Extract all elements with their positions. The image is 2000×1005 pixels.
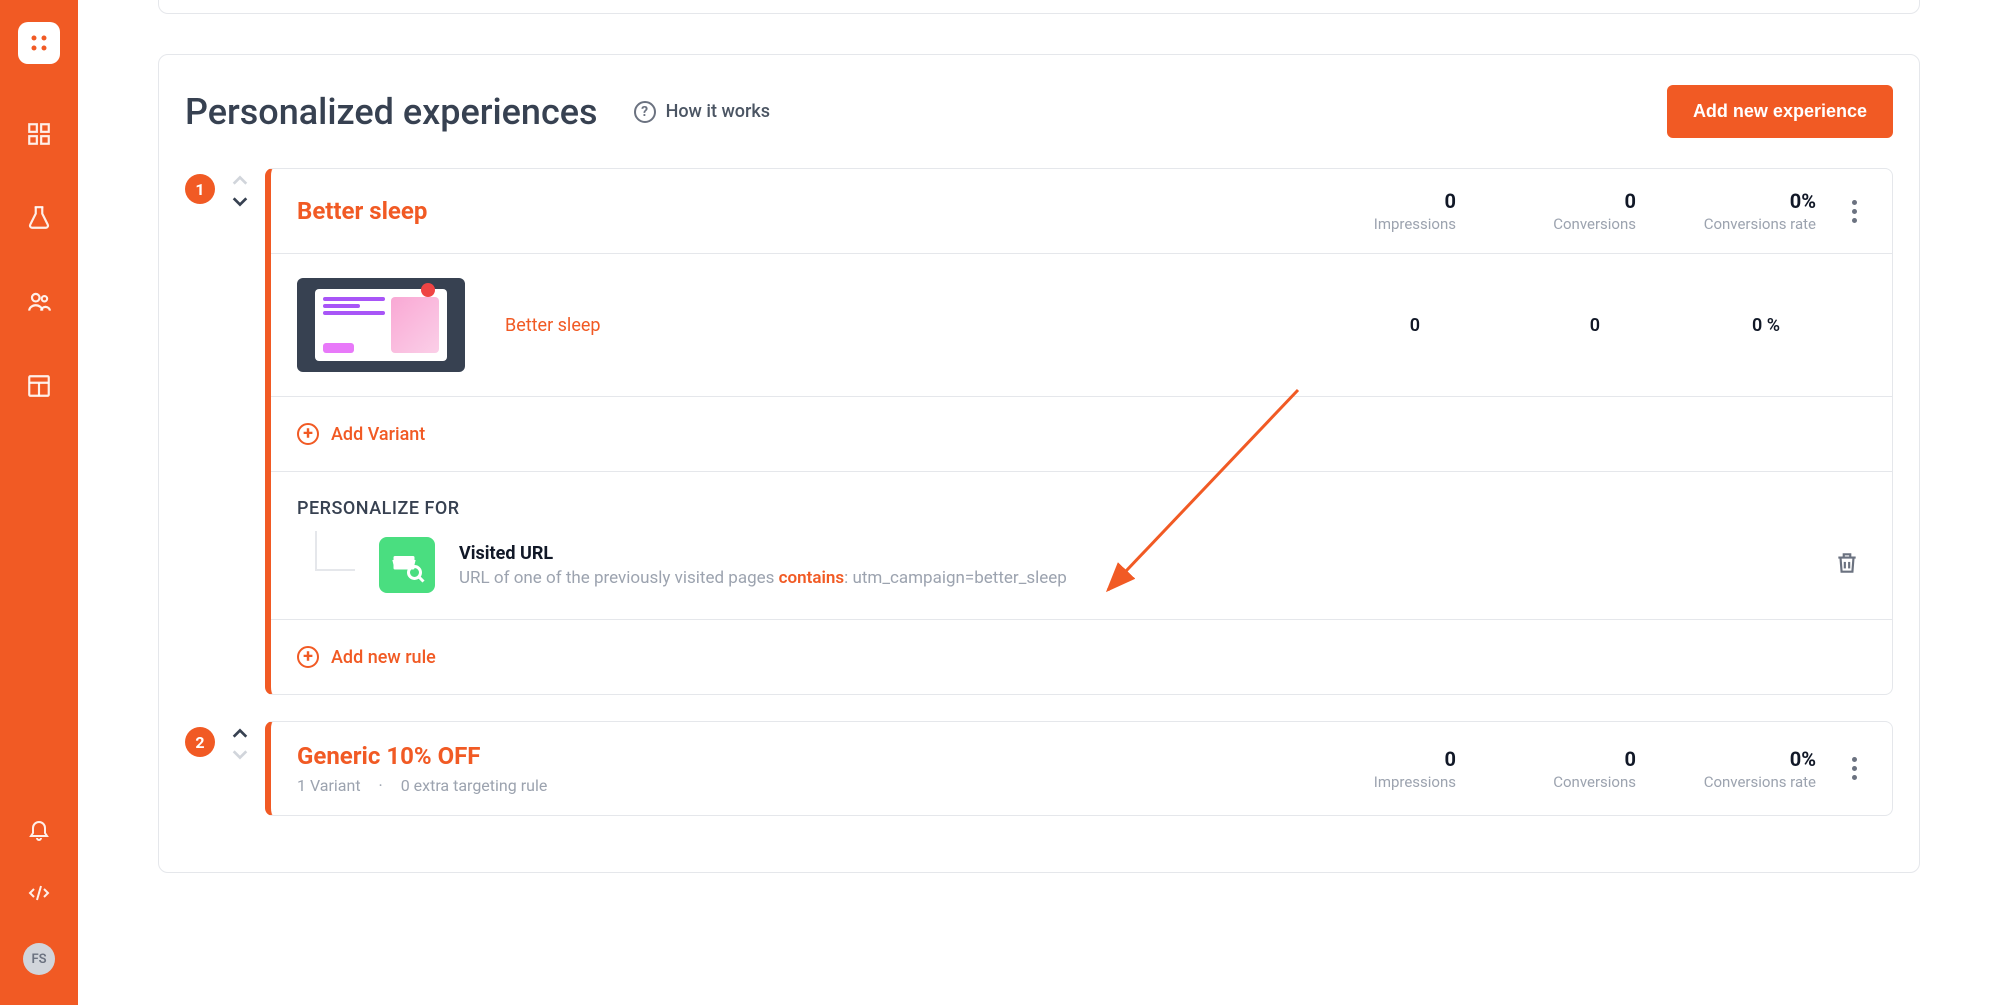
audiences-icon[interactable] <box>25 288 53 316</box>
stat-impressions-label: Impressions <box>1336 215 1456 233</box>
reorder-down-icon <box>231 747 249 763</box>
variant-row[interactable]: Better sleep 0 0 0 % <box>271 254 1892 397</box>
variant-thumbnail <box>297 278 465 372</box>
experience-row: 2 Generic 10% <box>185 721 1893 816</box>
experience-row: 1 Better slee <box>185 168 1893 695</box>
personalize-for-label: PERSONALIZE FOR <box>271 472 1892 537</box>
stat-impressions-value: 0 <box>1336 747 1456 771</box>
reorder-down-icon[interactable] <box>231 194 249 210</box>
targeting-rule: www Visited URL URL of one of the previo… <box>271 537 1892 620</box>
add-rule-label: Add new rule <box>331 647 436 668</box>
help-icon: ? <box>634 101 656 123</box>
add-variant-label: Add Variant <box>331 424 425 445</box>
add-variant-button[interactable]: + Add Variant <box>297 423 425 445</box>
variant-count: 1 Variant <box>297 776 361 795</box>
experience-name: Generic 10% OFF <box>297 742 1336 770</box>
order-badge: 1 <box>185 174 215 204</box>
plus-icon: + <box>297 646 319 668</box>
plus-icon: + <box>297 423 319 445</box>
experience-header[interactable]: Generic 10% OFF 1 Variant · 0 extra targ… <box>271 722 1892 815</box>
add-experience-button[interactable]: Add new experience <box>1667 85 1893 138</box>
how-it-works-label: How it works <box>666 101 770 122</box>
variant-impressions: 0 <box>1300 315 1420 336</box>
page-title: Personalized experiences <box>185 91 598 133</box>
experience-menu-icon[interactable] <box>1842 751 1866 786</box>
stat-impressions-label: Impressions <box>1336 773 1456 791</box>
experiences-panel: Personalized experiences ? How it works … <box>158 54 1920 873</box>
stat-conversions-value: 0 <box>1516 189 1636 213</box>
variant-conversions: 0 <box>1480 315 1600 336</box>
user-avatar[interactable]: FS <box>23 943 55 975</box>
stat-convrate-label: Conversions rate <box>1696 773 1816 791</box>
developer-icon[interactable] <box>25 879 53 907</box>
stat-conversions-label: Conversions <box>1516 215 1636 233</box>
experience-header[interactable]: Better sleep 0 Impressions 0 Conversions <box>271 169 1892 254</box>
dashboard-icon[interactable] <box>25 120 53 148</box>
rule-count: 0 extra targeting rule <box>401 776 548 795</box>
stat-impressions-value: 0 <box>1336 189 1456 213</box>
stat-conversions-label: Conversions <box>1516 773 1636 791</box>
stat-convrate-label: Conversions rate <box>1696 215 1816 233</box>
experience-menu-icon[interactable] <box>1842 194 1866 229</box>
experiments-icon[interactable] <box>25 204 53 232</box>
sidebar: FS <box>0 0 78 1005</box>
layouts-icon[interactable] <box>25 372 53 400</box>
reorder-up-icon <box>231 174 249 190</box>
main-content: Personalized experiences ? How it works … <box>78 0 2000 1005</box>
visited-url-icon: www <box>379 537 435 593</box>
variant-name: Better sleep <box>505 315 1260 336</box>
stat-conversions-value: 0 <box>1516 747 1636 771</box>
reorder-up-icon[interactable] <box>231 727 249 743</box>
stat-convrate-value: 0% <box>1696 189 1816 213</box>
order-badge: 2 <box>185 727 215 757</box>
notifications-icon[interactable] <box>25 815 53 843</box>
brand-logo[interactable] <box>18 22 60 64</box>
experience-card: Better sleep 0 Impressions 0 Conversions <box>265 168 1893 695</box>
experience-name: Better sleep <box>297 197 1336 225</box>
top-card-edge <box>158 0 1920 14</box>
rule-connector-icon <box>315 531 355 571</box>
variant-convrate: 0 % <box>1660 315 1780 336</box>
rule-description: URL of one of the previously visited pag… <box>459 568 1804 588</box>
rule-title: Visited URL <box>459 543 1804 564</box>
delete-rule-icon[interactable] <box>1828 544 1866 586</box>
add-rule-button[interactable]: + Add new rule <box>297 646 436 668</box>
how-it-works-link[interactable]: ? How it works <box>634 101 770 123</box>
experience-card: Generic 10% OFF 1 Variant · 0 extra targ… <box>265 721 1893 816</box>
stat-convrate-value: 0% <box>1696 747 1816 771</box>
